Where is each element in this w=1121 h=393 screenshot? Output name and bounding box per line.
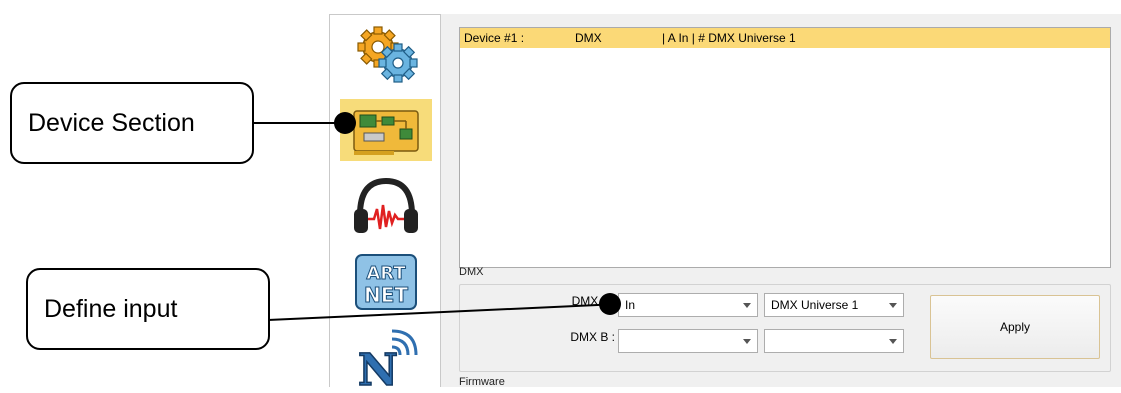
- sidebar-item-network[interactable]: N: [340, 327, 432, 393]
- annotated-screenshot: ART NET N Device #1 : DMX | A In | # DMX…: [0, 0, 1121, 393]
- svg-text:N: N: [358, 345, 398, 389]
- device-section-pointer-line: [252, 122, 346, 124]
- dmx-group: DMX A : In DMX Universe 1 DMX B : Apply: [459, 284, 1111, 372]
- firmware-section-label: Firmware: [459, 376, 505, 388]
- n-wireless-icon: N: [357, 329, 418, 393]
- circuit-board-icon: [353, 110, 419, 155]
- sidebar-item-device[interactable]: [340, 99, 432, 161]
- chevron-down-icon: [889, 303, 897, 308]
- chevron-down-icon: [743, 339, 751, 344]
- sidebar-item-settings[interactable]: [340, 23, 432, 85]
- device-settings-panel: Device #1 : DMX | A In | # DMX Universe …: [441, 14, 1121, 388]
- define-input-callout-text: Define input: [44, 294, 178, 323]
- device-section-callout: Device Section: [10, 82, 254, 164]
- sidebar-item-artnet[interactable]: ART NET: [340, 251, 432, 313]
- dmx-a-universe-select[interactable]: DMX Universe 1: [764, 293, 904, 317]
- device-info: | A In | # DMX Universe 1: [662, 31, 796, 45]
- svg-text:ART: ART: [366, 263, 406, 284]
- chevron-down-icon: [889, 339, 897, 344]
- chevron-down-icon: [743, 303, 751, 308]
- headphones-icon: [354, 177, 418, 233]
- gears-icon: [357, 26, 418, 83]
- apply-button[interactable]: Apply: [930, 295, 1100, 359]
- dmx-section-label: DMX: [459, 266, 484, 278]
- dmx-a-mode-value: In: [625, 298, 636, 312]
- device-list-item[interactable]: Device #1 : DMX | A In | # DMX Universe …: [460, 28, 1110, 48]
- dmx-a-universe-value: DMX Universe 1: [771, 298, 859, 312]
- sidebar: ART NET N: [329, 14, 441, 393]
- device-name: Device #1 :: [464, 31, 525, 45]
- dmx-b-universe-select[interactable]: [764, 329, 904, 353]
- artnet-icon: ART NET: [355, 254, 417, 310]
- sidebar-item-audio[interactable]: [340, 175, 432, 237]
- device-section-pointer-dot: [334, 112, 356, 134]
- dmx-b-label: DMX B :: [570, 330, 615, 344]
- device-section-callout-text: Device Section: [28, 108, 195, 137]
- device-list[interactable]: Device #1 : DMX | A In | # DMX Universe …: [459, 27, 1111, 268]
- device-type: DMX: [575, 31, 602, 45]
- define-input-callout: Define input: [26, 268, 270, 350]
- dmx-b-mode-select[interactable]: [618, 329, 758, 353]
- define-input-pointer-dot: [599, 293, 621, 315]
- svg-text:NET: NET: [364, 283, 408, 307]
- dmx-a-mode-select[interactable]: In: [618, 293, 758, 317]
